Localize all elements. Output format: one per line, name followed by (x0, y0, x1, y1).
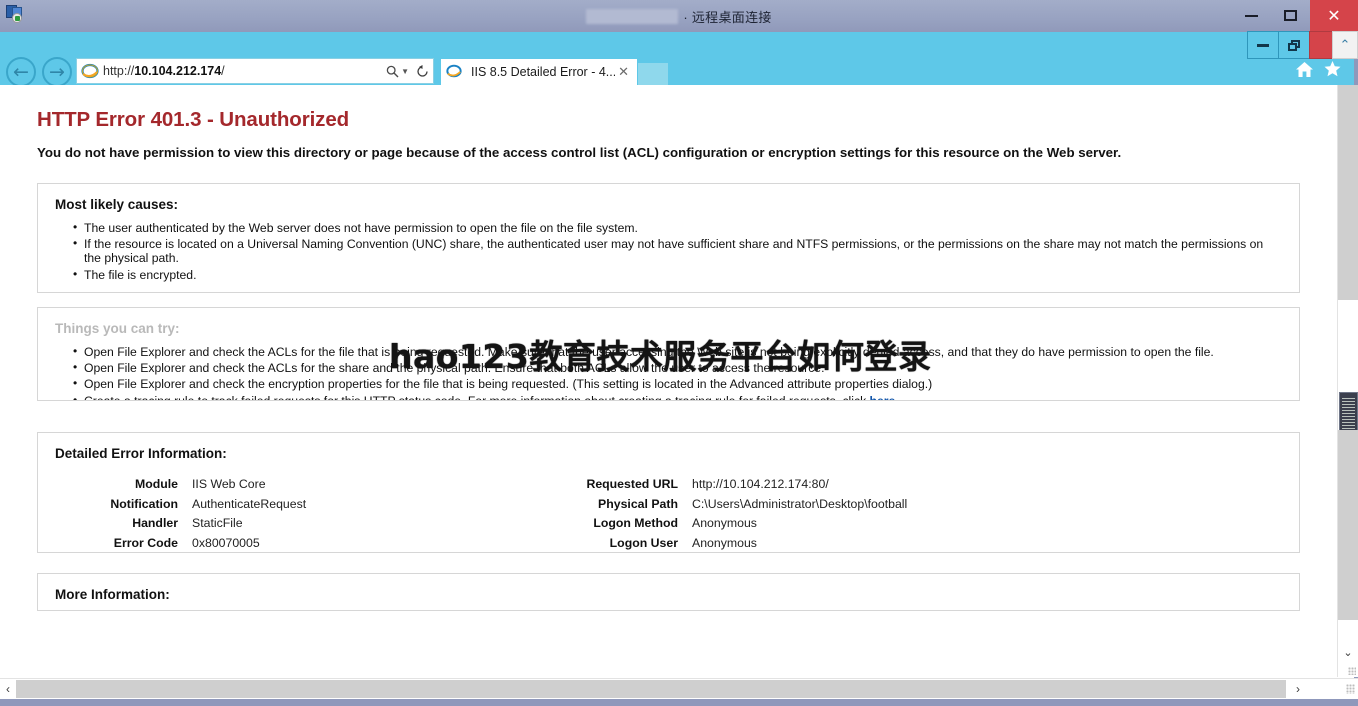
chevron-down-icon[interactable]: ▼ (401, 67, 409, 76)
resize-grip-icon[interactable] (1346, 684, 1355, 694)
tab-title: IIS 8.5 Detailed Error - 4... (471, 65, 615, 79)
detail-grid: Module IIS Web Core Notification Authent… (38, 475, 1299, 553)
browser-window-controls: ⌃ (1247, 31, 1358, 59)
detail-value: Anonymous (692, 514, 1158, 534)
redacted-host-name (586, 9, 678, 24)
chevron-right-icon[interactable]: › (1290, 680, 1306, 698)
window-bottom-edge (0, 699, 1358, 706)
scrollbar-track-upper[interactable] (1338, 85, 1358, 300)
detail-key: Module (38, 475, 192, 495)
detail-value: AuthenticateRequest (192, 495, 538, 515)
home-icon[interactable] (1295, 61, 1314, 83)
chevron-left-icon[interactable]: ‹ (0, 680, 16, 698)
detail-column-left: Module IIS Web Core Notification Authent… (38, 475, 538, 553)
browser-close-button[interactable] (1309, 31, 1332, 59)
internet-explorer-icon (446, 63, 464, 81)
table-row: Error Code 0x80070005 (38, 534, 538, 554)
address-host: 10.104.212.174 (134, 64, 221, 78)
browser-minimize-button[interactable] (1247, 31, 1278, 59)
star-icon[interactable] (1323, 60, 1342, 83)
scrollbar-thumb[interactable] (1339, 392, 1358, 434)
back-button[interactable]: ← (6, 57, 36, 87)
minimize-icon (1245, 15, 1258, 17)
arrow-left-icon: ← (13, 63, 29, 82)
detail-value: 0x80070005 (192, 534, 538, 554)
detail-key: Requested URL (538, 475, 692, 495)
detail-key: Logon Method (538, 514, 692, 534)
detail-key: Logon User (538, 534, 692, 554)
list-item: Create a tracing rule to track failed re… (84, 394, 1299, 401)
rdp-title-center: · 远程桌面连接 (0, 0, 1358, 32)
chevron-up-icon[interactable]: ⌃ (1332, 31, 1358, 59)
scrollbar-track-horizontal[interactable] (16, 680, 1286, 698)
maximize-icon (1284, 10, 1297, 21)
rdp-pin-area[interactable] (0, 0, 30, 32)
minimize-icon (1257, 44, 1269, 47)
address-bar[interactable]: http://10.104.212.174/ ▼ (76, 58, 434, 84)
browser-restore-button[interactable] (1278, 31, 1309, 59)
list-item: If the resource is located on a Universa… (84, 237, 1299, 265)
rdp-title-text: · 远程桌面连接 (683, 7, 771, 26)
vertical-scrollbar[interactable]: ⌄ (1337, 85, 1358, 677)
detail-value: StaticFile (192, 514, 538, 534)
detail-key: Error Code (38, 534, 192, 554)
scrollbar-corner (1338, 661, 1358, 677)
causes-list: The user authenticated by the Web server… (38, 221, 1299, 282)
detail-key: Physical Path (538, 495, 692, 515)
search-icon[interactable] (386, 65, 399, 78)
internet-explorer-icon (81, 62, 99, 80)
chevron-down-icon[interactable]: ⌄ (1338, 643, 1358, 661)
remote-desktop-icon (6, 5, 23, 22)
tab-iis-error[interactable]: IIS 8.5 Detailed Error - 4... ✕ (441, 59, 637, 85)
detail-key: Notification (38, 495, 192, 515)
scrollbar-track-lower[interactable] (1338, 430, 1358, 620)
detail-value: Anonymous (692, 534, 1158, 554)
table-row: Physical Path C:\Users\Administrator\Des… (538, 495, 1158, 515)
remote-desktop-window: · 远程桌面连接 ✕ ← → http://10.104.212.174/ (0, 0, 1358, 706)
tab-strip: IIS 8.5 Detailed Error - 4... ✕ (441, 58, 668, 85)
most-likely-causes-section: Most likely causes: The user authenticat… (37, 183, 1300, 293)
restore-icon (1288, 40, 1300, 51)
table-row: Notification AuthenticateRequest (38, 495, 538, 515)
list-item-suffix: . (895, 394, 898, 401)
resize-grip-icon[interactable] (1348, 667, 1356, 675)
rdp-close-button[interactable]: ✕ (1310, 0, 1358, 31)
table-row: Logon User Anonymous (538, 534, 1158, 554)
new-tab-button[interactable] (638, 63, 668, 85)
list-item: The file is encrypted. (84, 268, 1299, 282)
rdp-window-controls: ✕ (1232, 0, 1358, 31)
chrome-right-icons (1295, 60, 1342, 83)
address-bar-url: http://10.104.212.174/ (103, 64, 383, 78)
table-row: Logon Method Anonymous (538, 514, 1158, 534)
detail-key: Handler (38, 514, 192, 534)
horizontal-scrollbar[interactable]: ‹ › (0, 678, 1358, 699)
list-item: Open File Explorer and check the encrypt… (84, 377, 1299, 391)
watermark-text: hao123教育技术服务平台如何登录 (389, 330, 931, 378)
forward-button[interactable]: → (42, 57, 72, 87)
rdp-maximize-button[interactable] (1271, 0, 1310, 31)
tracing-rule-link[interactable]: here (870, 394, 896, 401)
close-icon[interactable]: ✕ (615, 64, 632, 80)
list-item: The user authenticated by the Web server… (84, 221, 1299, 235)
detailed-error-information-section: Detailed Error Information: Module IIS W… (37, 432, 1300, 553)
section-heading-detailed: Detailed Error Information: (55, 446, 1299, 461)
page-content: HTTP Error 401.3 - Unauthorized You do n… (0, 85, 1337, 677)
detail-value: C:\Users\Administrator\Desktop\football (692, 495, 1158, 515)
detail-value: IIS Web Core (192, 475, 538, 495)
arrow-right-icon: → (49, 63, 65, 82)
table-row: Handler StaticFile (38, 514, 538, 534)
more-information-section: More Information: (37, 573, 1300, 611)
section-heading-causes: Most likely causes: (55, 197, 1299, 212)
page-title: HTTP Error 401.3 - Unauthorized (37, 108, 1337, 132)
rdp-minimize-button[interactable] (1232, 0, 1271, 31)
list-item-text: Create a tracing rule to track failed re… (84, 394, 870, 401)
detail-value: http://10.104.212.174:80/ (692, 475, 1158, 495)
refresh-icon[interactable] (416, 65, 429, 78)
table-row: Requested URL http://10.104.212.174:80/ (538, 475, 1158, 495)
section-heading-more: More Information: (55, 587, 1299, 602)
rdp-title-bar: · 远程桌面连接 ✕ (0, 0, 1358, 32)
table-row: Module IIS Web Core (38, 475, 538, 495)
error-description: You do not have permission to view this … (37, 145, 1285, 161)
detail-column-right: Requested URL http://10.104.212.174:80/ … (538, 475, 1158, 553)
